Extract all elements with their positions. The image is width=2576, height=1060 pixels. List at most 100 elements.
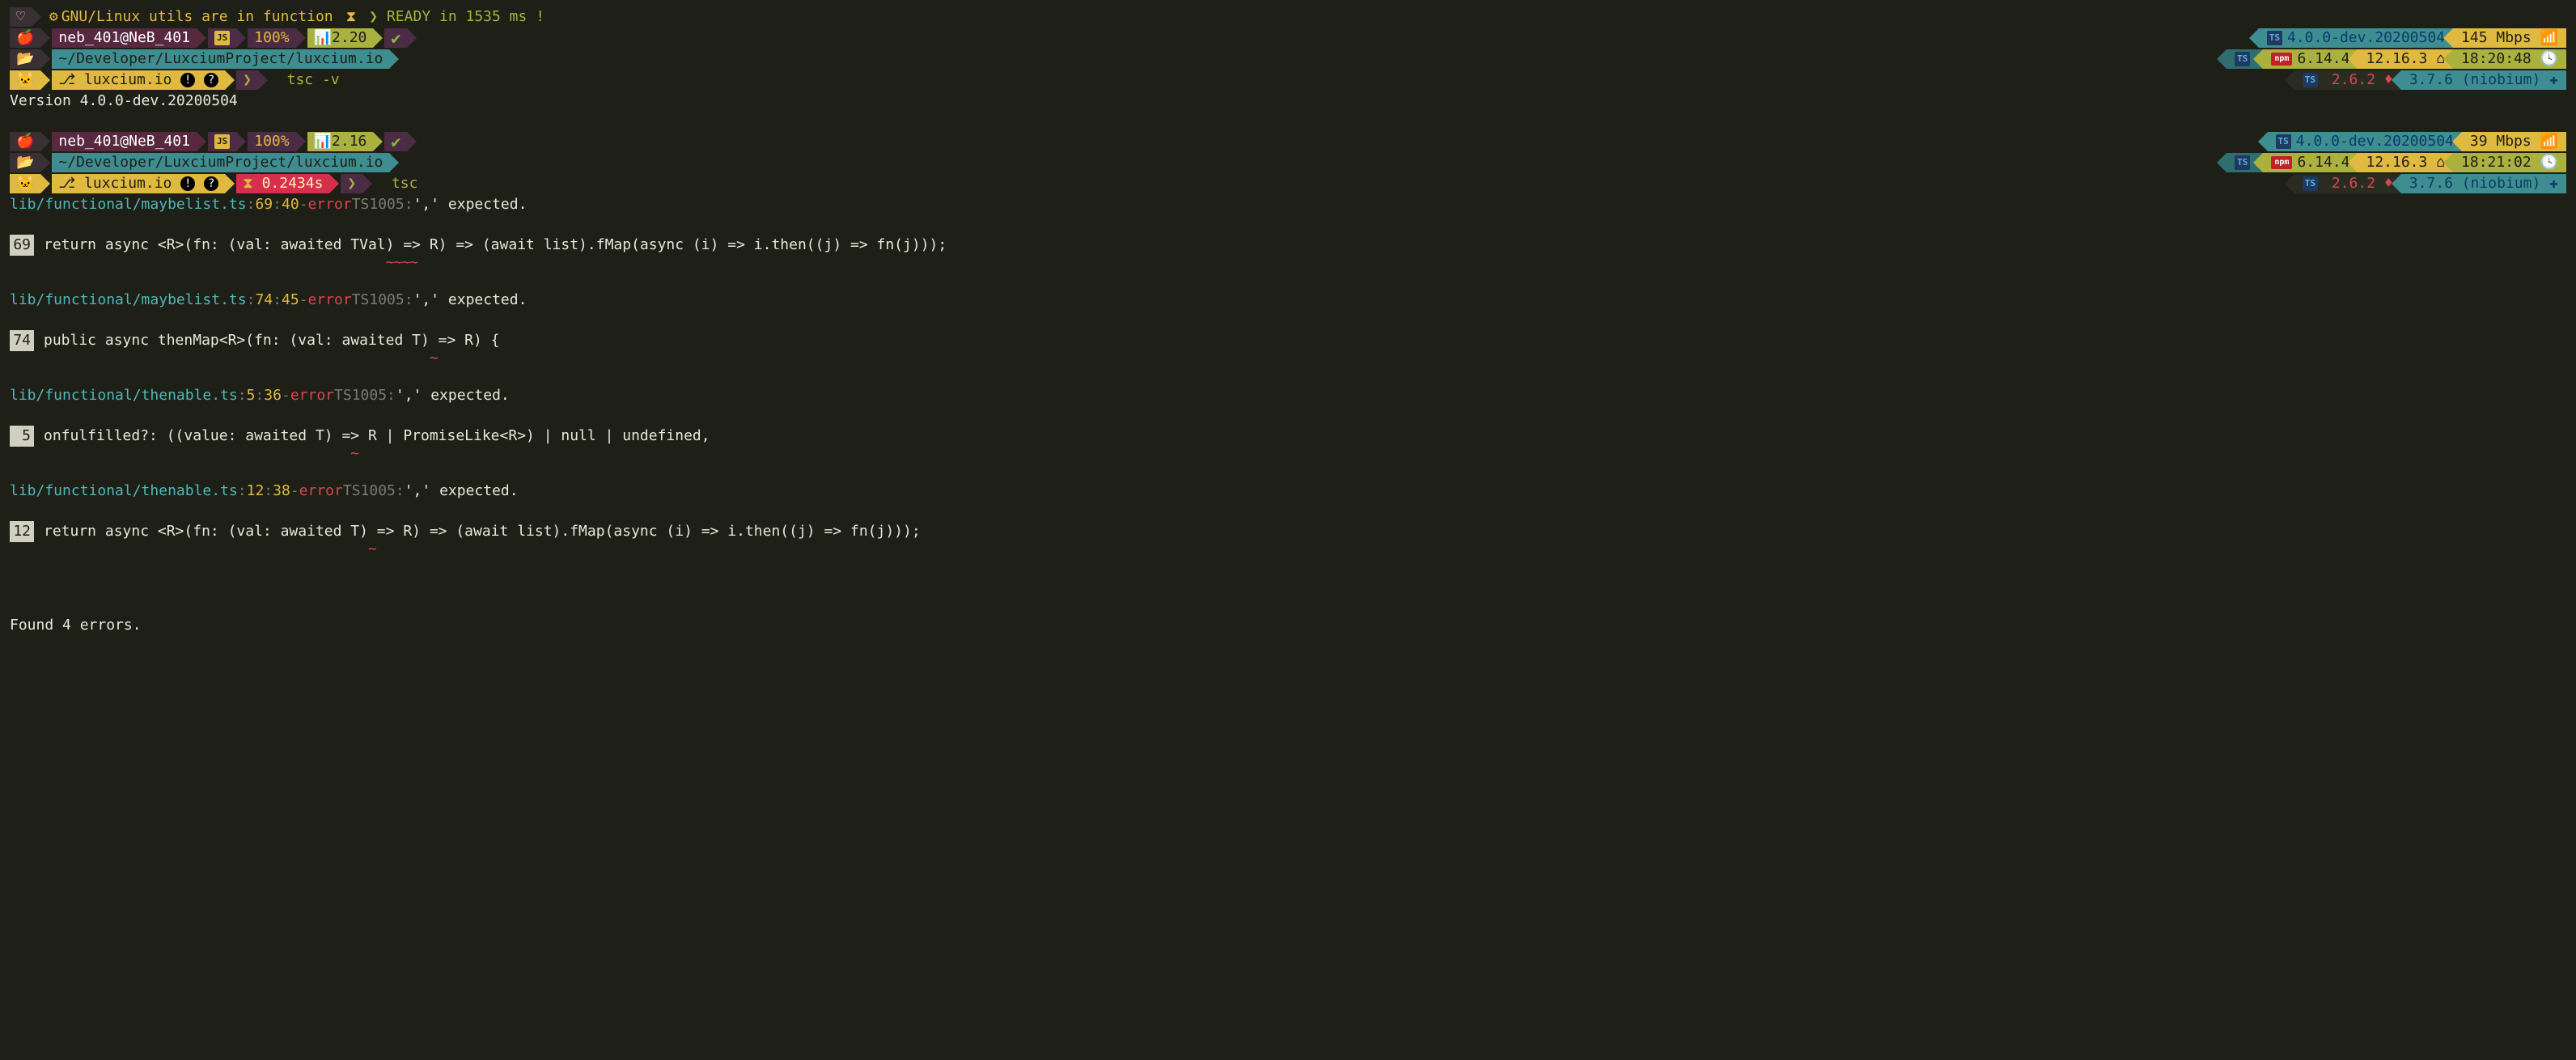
- error-line: 12: [247, 481, 265, 502]
- clock-icon: 🕓: [2540, 152, 2558, 173]
- plus-icon: ✚: [2549, 70, 2558, 91]
- right-status-1a: TS4.0.0-dev.20200504 145 Mbps 📶: [2259, 28, 2566, 48]
- error-file: lib/functional/maybelist.ts: [10, 194, 247, 215]
- error-squiggle: 12 ~: [10, 542, 2566, 557]
- command-input[interactable]: tsc -v: [269, 70, 340, 91]
- source-code: return async <R>(fn: (val: awaited TVal)…: [44, 235, 947, 256]
- check-icon: ✔: [384, 132, 407, 151]
- error-source-line: 12 return async <R>(fn: (val: awaited T)…: [10, 521, 2566, 542]
- hourglass-icon: ⧗: [243, 173, 253, 194]
- error-col: 38: [273, 481, 290, 502]
- error-code: TS1005:: [334, 385, 396, 406]
- error-label: error: [299, 481, 343, 502]
- right-status-2c: TS 2.6.2 ♦ 3.7.6 (niobium) ✚: [2294, 174, 2566, 193]
- ruby-version: TS 2.6.2 ♦: [2294, 174, 2401, 193]
- apple-icon: 🍎: [10, 28, 40, 48]
- clock-icon: 🕓: [2540, 49, 2558, 70]
- gear-icon: ⚙: [49, 6, 58, 28]
- error-line: 69: [255, 194, 273, 215]
- error-source-line: 5 onfulfilled?: ((value: awaited T) => R…: [10, 426, 2566, 447]
- repo-name: ⎇ luxcium.io ! ?: [52, 70, 225, 90]
- source-code: public async thenMap<R>(fn: (val: awaite…: [44, 330, 500, 351]
- load-avg: 📊 2.16: [307, 132, 374, 151]
- error-msg: ',' expected.: [413, 290, 527, 311]
- question-icon: ?: [204, 176, 218, 191]
- prompt-chevron: ❯: [341, 174, 362, 193]
- error-line: 5: [247, 385, 256, 406]
- error-header: lib/functional/thenable.ts:12:38 - error…: [10, 481, 2566, 502]
- error-col: 36: [264, 385, 282, 406]
- node-version: 12.16.3 ⌂: [2358, 49, 2453, 69]
- error-header: lib/functional/thenable.ts:5:36 - error …: [10, 385, 2566, 406]
- error-header: lib/functional/maybelist.ts:74:45 - erro…: [10, 290, 2566, 311]
- command-input[interactable]: tsc: [374, 173, 417, 194]
- plus-icon: ✚: [2549, 173, 2558, 194]
- source-code: onfulfilled?: ((value: awaited T) => R |…: [44, 426, 710, 447]
- right-status-2a: TS4.0.0-dev.20200504 39 Mbps 📶: [2268, 132, 2566, 151]
- heart-icon: ♡: [10, 7, 32, 27]
- check-icon: ✔: [384, 28, 407, 48]
- duration-badge: ⧗ 0.2434s: [236, 174, 329, 193]
- error-line: 74: [255, 290, 273, 311]
- error-source-line: 74 public async thenMap<R>(fn: (val: awa…: [10, 330, 2566, 351]
- error-msg: ',' expected.: [405, 481, 519, 502]
- prompt2-line3: 🐱 ⎇ luxcium.io ! ? ⧗ 0.2434s ❯ tsc TS 2.…: [10, 173, 2566, 194]
- error-summary: Found 4 errors.: [10, 615, 2566, 636]
- net-speed: 145 Mbps 📶: [2453, 28, 2566, 48]
- python-env: 3.7.6 (niobium) ✚: [2401, 174, 2566, 193]
- question-icon: ?: [204, 73, 218, 87]
- npm-version: npm6.14.4: [2263, 49, 2358, 69]
- error-squiggle: 74 ~: [10, 351, 2566, 366]
- error-file: lib/functional/thenable.ts: [10, 481, 238, 502]
- github-icon: 🐱: [10, 70, 40, 90]
- apple-icon: 🍎: [10, 132, 40, 151]
- source-code: return async <R>(fn: (val: awaited T) =>…: [44, 521, 921, 542]
- battery-pct: 100%: [248, 28, 295, 48]
- line-number: 5: [10, 426, 34, 447]
- error-msg: ',' expected.: [396, 385, 510, 406]
- npm-version: npm6.14.4: [2263, 153, 2358, 172]
- ruby-version: TS 2.6.2 ♦: [2294, 70, 2401, 90]
- error-squiggle: 69 ~~~~: [10, 256, 2566, 270]
- gnu-text: ⚙ GNU/Linux utils are in function: [43, 7, 340, 27]
- error-code: TS1005:: [352, 194, 413, 215]
- tsc-version-output: Version 4.0.0-dev.20200504: [10, 91, 2566, 112]
- error-code: TS1005:: [343, 481, 405, 502]
- error-col: 45: [282, 290, 299, 311]
- error-code: TS1005:: [352, 290, 413, 311]
- ready-text: ❯ READY in 1535 ms !: [362, 7, 551, 27]
- ts-version: TS4.0.0-dev.20200504: [2259, 28, 2453, 48]
- user-host: neb_401@NeB_401: [52, 28, 197, 48]
- repo-name: ⎇ luxcium.io ! ?: [52, 174, 225, 193]
- battery-pct: 100%: [248, 132, 295, 151]
- error-label: error: [308, 194, 352, 215]
- line-number: 74: [10, 330, 34, 351]
- error-label: error: [308, 290, 352, 311]
- exclaim-icon: !: [180, 73, 195, 87]
- prompt1-line3: 🐱 ⎇ luxcium.io ! ? ❯ tsc -v TS 2.6.2 ♦ 3…: [10, 70, 2566, 91]
- net-speed: 39 Mbps 📶: [2462, 132, 2566, 151]
- error-file: lib/functional/thenable.ts: [10, 385, 238, 406]
- branch-icon: ⎇: [58, 70, 75, 91]
- prompt1-line1: 🍎 neb_401@NeB_401 JS 100% 📊 2.20 ✔ TS4.0…: [10, 28, 2566, 49]
- prompt-chevron: ❯: [236, 70, 258, 90]
- prompt1-line2: 📂 ~/Developer/LuxciumProject/luxcium.io …: [10, 49, 2566, 70]
- right-status-2b: TS npm6.14.4 12.16.3 ⌂ 18:21:02 🕓: [2226, 153, 2566, 172]
- right-status-1b: TS npm6.14.4 12.16.3 ⌂ 18:20:48 🕓: [2226, 49, 2566, 69]
- branch-icon: ⎇: [58, 173, 75, 194]
- hourglass-icon: ⧗: [340, 7, 363, 27]
- wifi-icon: 📶: [2540, 131, 2558, 152]
- clock-time: 18:21:02 🕓: [2453, 153, 2566, 172]
- error-header: lib/functional/maybelist.ts:69:40 - erro…: [10, 194, 2566, 215]
- error-col: 40: [282, 194, 299, 215]
- tsc-errors: lib/functional/maybelist.ts:69:40 - erro…: [10, 194, 2566, 576]
- cwd-path: ~/Developer/LuxciumProject/luxcium.io: [52, 49, 389, 69]
- error-file: lib/functional/maybelist.ts: [10, 290, 247, 311]
- python-env: 3.7.6 (niobium) ✚: [2401, 70, 2566, 90]
- cwd-path: ~/Developer/LuxciumProject/luxcium.io: [52, 153, 389, 172]
- error-msg: ',' expected.: [413, 194, 527, 215]
- line-number: 12: [10, 521, 34, 542]
- prompt2-line1: 🍎 neb_401@NeB_401 JS 100% 📊 2.16 ✔ TS4.0…: [10, 131, 2566, 152]
- header-line: ♡ ⚙ GNU/Linux utils are in function ⧗ ❯ …: [10, 6, 2566, 28]
- folder-icon: 📂: [10, 153, 40, 172]
